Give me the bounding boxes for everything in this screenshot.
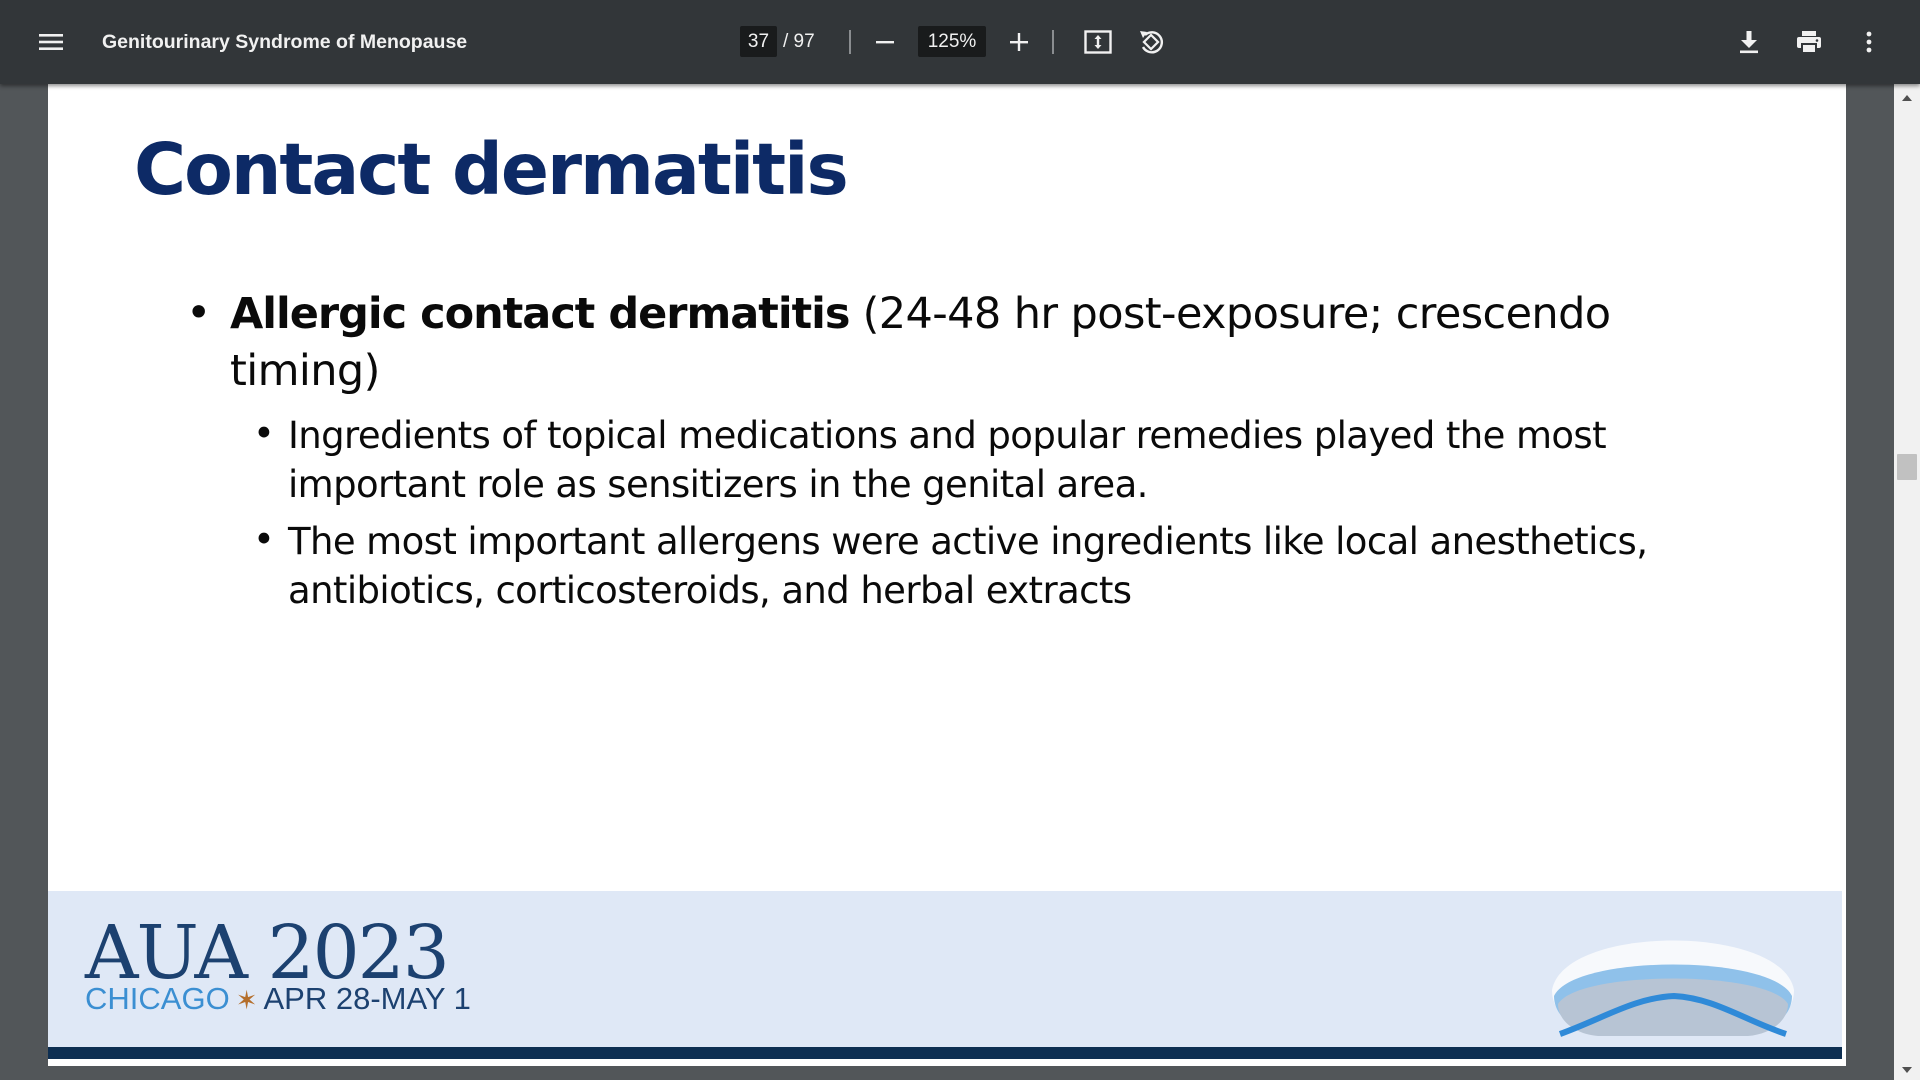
download-button[interactable]	[1728, 21, 1770, 63]
vertical-scrollbar[interactable]	[1894, 84, 1920, 1080]
zoom-in-button[interactable]	[998, 21, 1040, 63]
pdf-page: Contact dermatitis • Allergic contact de…	[48, 84, 1846, 1066]
sub-bullet-text: The most important allergens were active…	[288, 520, 1648, 612]
bean-sculpture-graphic	[1552, 940, 1794, 1037]
logo-dates: APR 28-MAY 1	[263, 981, 471, 1016]
rotate-button[interactable]	[1130, 21, 1172, 63]
slide-title: Contact dermatitis	[134, 128, 849, 211]
aua-2023-logo: AUA 2023 CHICAGO ✶ APR 28-MAY 1	[85, 910, 471, 1022]
bullet-dot: •	[253, 412, 275, 455]
scrollbar-thumb[interactable]	[1897, 454, 1917, 480]
zoom-in-icon	[1009, 32, 1029, 52]
page-count: / 97	[783, 31, 815, 52]
bullet-dot: •	[186, 288, 212, 338]
more-options-icon	[1865, 30, 1873, 54]
rotate-icon	[1137, 28, 1165, 56]
print-icon	[1796, 30, 1822, 54]
scroll-down-button[interactable]	[1894, 1058, 1920, 1080]
document-title: Genitourinary Syndrome of Menopause	[102, 31, 468, 53]
menu-icon	[39, 32, 63, 52]
zoom-out-button[interactable]	[864, 21, 906, 63]
more-options-button[interactable]	[1848, 21, 1890, 63]
arrow-up-icon	[1902, 88, 1912, 106]
bullet-dot: •	[253, 518, 275, 561]
fit-to-page-button[interactable]	[1077, 21, 1119, 63]
zoom-level-input[interactable]	[918, 26, 986, 57]
download-icon	[1739, 30, 1759, 54]
zoom-out-icon	[875, 32, 895, 52]
print-button[interactable]	[1788, 21, 1830, 63]
bullet-heading: Allergic contact dermatitis	[230, 289, 850, 339]
page-number-input[interactable]	[740, 26, 777, 57]
logo-city: CHICAGO	[85, 981, 230, 1016]
sub-bullet-text: Ingredients of topical medications and p…	[288, 414, 1607, 506]
menu-button[interactable]	[30, 21, 72, 63]
toolbar-divider	[1052, 30, 1054, 54]
pdf-toolbar: Genitourinary Syndrome of Menopause / 97	[0, 0, 1920, 84]
toolbar-divider	[849, 30, 851, 54]
logo-location-line: CHICAGO ✶ APR 28-MAY 1	[85, 981, 471, 1017]
arrow-down-icon	[1902, 1060, 1912, 1078]
fit-page-icon	[1084, 30, 1112, 54]
scroll-up-button[interactable]	[1894, 86, 1920, 108]
bullet-text: Allergic contact dermatitis (24-48 hr po…	[230, 286, 1710, 400]
star-icon: ✶	[235, 985, 258, 1015]
